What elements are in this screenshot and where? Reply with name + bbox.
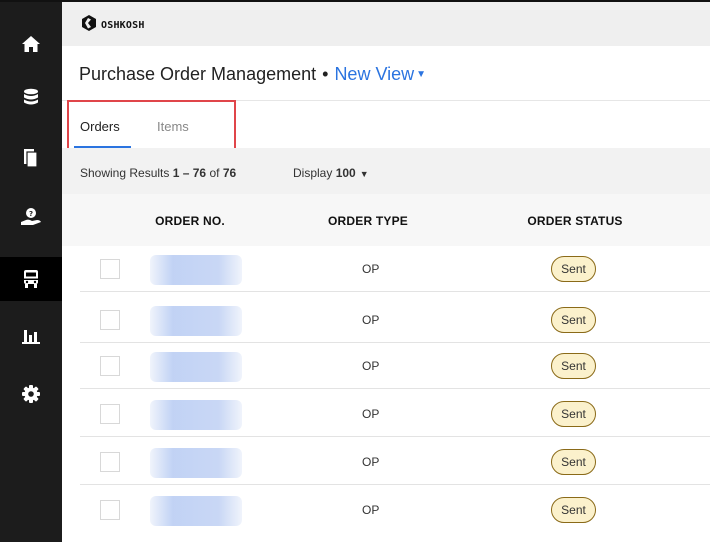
sidebar-item-help[interactable]: ? bbox=[0, 195, 62, 239]
gear-icon bbox=[21, 384, 41, 404]
status-badge: Sent bbox=[551, 256, 596, 282]
sidebar-item-home[interactable] bbox=[0, 22, 62, 66]
truck-icon bbox=[22, 269, 40, 289]
logo-icon bbox=[82, 15, 96, 36]
order-number-redacted[interactable] bbox=[150, 400, 242, 430]
order-number-redacted[interactable] bbox=[150, 496, 242, 526]
table-row[interactable]: OP Sent bbox=[80, 343, 710, 389]
table-header: ORDER NO. ORDER TYPE ORDER STATUS bbox=[62, 194, 710, 246]
row-checkbox[interactable] bbox=[100, 310, 120, 330]
status-badge: Sent bbox=[551, 307, 596, 333]
column-header-order-type[interactable]: ORDER TYPE bbox=[328, 214, 408, 228]
brand-name: OSHKOSH bbox=[101, 20, 145, 31]
status-badge: Sent bbox=[551, 401, 596, 427]
row-checkbox[interactable] bbox=[100, 356, 120, 376]
results-bar: Showing Results 1 – 76 of 76 Display 100… bbox=[62, 148, 710, 194]
order-type-cell: OP bbox=[362, 359, 380, 373]
order-number-redacted[interactable] bbox=[150, 255, 242, 285]
display-label: Display bbox=[293, 166, 333, 180]
sidebar: ? bbox=[0, 2, 62, 542]
results-range: 1 – 76 bbox=[172, 166, 207, 180]
display-count-selector[interactable]: Display 100 ▼ bbox=[293, 166, 369, 180]
table-row[interactable]: OP Sent bbox=[80, 391, 710, 437]
order-type-cell: OP bbox=[362, 503, 380, 517]
order-type-cell: OP bbox=[362, 407, 380, 421]
display-value: 100 bbox=[335, 166, 356, 180]
results-of: of bbox=[209, 166, 220, 180]
results-prefix: Showing Results bbox=[80, 166, 170, 180]
order-type-cell: OP bbox=[362, 262, 380, 276]
sidebar-item-settings[interactable] bbox=[0, 372, 62, 416]
column-header-order-status[interactable]: ORDER STATUS bbox=[527, 214, 622, 228]
row-checkbox[interactable] bbox=[100, 259, 120, 279]
sidebar-item-documents[interactable] bbox=[0, 136, 62, 180]
table-row[interactable]: OP Sent bbox=[80, 439, 710, 485]
sidebar-item-purchase-orders[interactable] bbox=[0, 257, 62, 301]
status-badge: Sent bbox=[551, 449, 596, 475]
oshkosh-logo[interactable]: OSHKOSH bbox=[82, 15, 145, 36]
sidebar-item-database[interactable] bbox=[0, 75, 62, 119]
order-type-cell: OP bbox=[362, 313, 380, 327]
brand-bar: OSHKOSH bbox=[62, 2, 710, 46]
title-bar: Purchase Order Management • New View ▼ bbox=[62, 46, 710, 100]
hand-help-icon: ? bbox=[20, 207, 42, 227]
view-selector[interactable]: New View bbox=[334, 64, 414, 84]
sidebar-item-reports[interactable] bbox=[0, 313, 62, 357]
row-checkbox[interactable] bbox=[100, 500, 120, 520]
results-summary: Showing Results 1 – 76 of 76 bbox=[80, 166, 236, 180]
row-checkbox[interactable] bbox=[100, 452, 120, 472]
svg-text:?: ? bbox=[29, 210, 33, 218]
order-number-redacted[interactable] bbox=[150, 352, 242, 382]
status-badge: Sent bbox=[551, 353, 596, 379]
documents-icon bbox=[23, 148, 39, 168]
page-title-text: Purchase Order Management bbox=[79, 64, 317, 84]
chevron-down-icon: ▼ bbox=[359, 169, 369, 179]
database-icon bbox=[23, 88, 39, 106]
results-total: 76 bbox=[222, 166, 237, 180]
order-number-redacted[interactable] bbox=[150, 306, 242, 336]
view-caret-icon[interactable]: ▼ bbox=[416, 69, 426, 80]
table-row[interactable]: OP Sent bbox=[80, 246, 710, 292]
title-separator: • bbox=[322, 64, 329, 84]
status-badge: Sent bbox=[551, 497, 596, 523]
row-checkbox[interactable] bbox=[100, 404, 120, 424]
table-row[interactable]: OP Sent bbox=[80, 487, 710, 533]
order-number-redacted[interactable] bbox=[150, 448, 242, 478]
order-type-cell: OP bbox=[362, 455, 380, 469]
column-header-order-no[interactable]: ORDER NO. bbox=[155, 214, 225, 228]
home-icon bbox=[21, 35, 41, 53]
table-row[interactable]: OP Sent bbox=[80, 297, 710, 343]
page-title: Purchase Order Management • New View ▼ bbox=[79, 64, 426, 85]
bar-chart-icon bbox=[21, 326, 41, 344]
